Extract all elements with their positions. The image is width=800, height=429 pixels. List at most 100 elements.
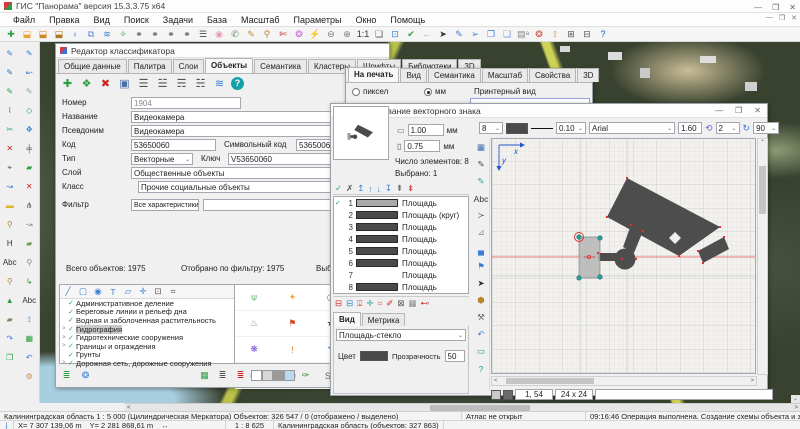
doc-close-button[interactable]: ✕ (791, 14, 797, 22)
element-check[interactable]: ✓ (334, 199, 343, 207)
mm-radio[interactable] (424, 88, 432, 96)
geometry-type-icon[interactable]: ▢ (77, 286, 89, 297)
tool-icon[interactable]: ✕ (1, 139, 19, 158)
classifier-toolbar-icon[interactable]: ☰ (136, 76, 151, 90)
sign-tool-icon[interactable]: ▭ (477, 344, 485, 359)
view-panel-tab[interactable]: На печать (348, 67, 399, 82)
toolbar-icon[interactable]: 1:1 (355, 28, 371, 41)
element-list-icon[interactable]: ↑ (368, 184, 372, 194)
status-swatch-dark[interactable] (503, 390, 513, 400)
bottom-toolbar-icon[interactable]: ≣ (59, 369, 74, 383)
toolbar-icon[interactable]: ⊖ (323, 28, 339, 41)
map-symbol[interactable]: ⍦ (235, 285, 273, 311)
sign-tool-icon[interactable]: ✎ (477, 174, 484, 189)
tool-icon[interactable]: ↶ (20, 348, 38, 367)
tool-icon[interactable]: ▰ (20, 158, 38, 177)
tool-icon[interactable]: ◇ (20, 101, 38, 120)
toolbar-icon[interactable]: ⧉ (83, 28, 99, 41)
transparency-field[interactable]: 50 (445, 350, 465, 362)
doc-restore-button[interactable]: ❐ (779, 14, 785, 22)
status-swatch-light[interactable] (491, 390, 501, 400)
toolbar-icon[interactable]: ✔ (403, 28, 419, 41)
tool-icon[interactable]: ╪ (20, 139, 38, 158)
element-op-icon[interactable]: ✛ (366, 298, 373, 309)
vector-dialog-titlebar[interactable]: Редактирование векторного знака — ❐ ✕ (331, 104, 767, 118)
geometry-type-icon[interactable]: ▱ (122, 286, 134, 297)
sign-tool-icon[interactable]: ✎ (477, 157, 484, 172)
toolbar-icon[interactable]: ← (419, 28, 435, 41)
classifier-toolbar-icon[interactable]: ✖ (98, 76, 113, 90)
tool-icon[interactable]: ✎ (1, 82, 19, 101)
bottom-toolbar-icon[interactable]: ❂ (78, 369, 93, 383)
toolbar-icon[interactable]: ⊕ (339, 28, 355, 41)
view-metric-tab[interactable]: Метрика (362, 313, 406, 327)
element-op-icon[interactable]: ⍗ (357, 298, 362, 309)
view-panel-tab[interactable]: Семантика (428, 68, 481, 82)
toolbar-icon[interactable]: ✎ (243, 28, 259, 41)
rotate-icon[interactable]: ↻ (743, 123, 751, 134)
element-list-icon[interactable]: ⇞ (396, 183, 403, 194)
toolbar-icon[interactable]: ⚭ (163, 28, 179, 41)
sign-tool-icon[interactable]: ≻ (477, 208, 484, 223)
element-row[interactable]: 4 Площадь (334, 233, 468, 245)
geometry-type-icon[interactable]: ⌗ (167, 286, 179, 297)
element-row[interactable]: 8 Площадь (334, 281, 468, 293)
filter-dropdown[interactable]: Все характеристики⌄ (131, 199, 199, 211)
toolbar-icon[interactable]: ✎ (451, 28, 467, 41)
element-row[interactable]: 3 Площадь (334, 221, 468, 233)
toolbar-icon[interactable]: ❏ (371, 28, 387, 41)
toolbar-icon[interactable]: ▤ᵃ (515, 28, 531, 41)
geometry-type-icon[interactable]: ✛ (137, 286, 149, 297)
toolbar-icon[interactable]: ✄ (275, 28, 291, 41)
canvas-hscrollbar-thumb[interactable] (506, 378, 594, 384)
element-row[interactable]: 5 Площадь (334, 245, 468, 257)
scroll-right-icon[interactable]: > (794, 405, 800, 411)
font-size-field[interactable]: 1.60 (678, 122, 702, 134)
map-symbol[interactable]: ✦ (273, 285, 311, 311)
toolbar-icon[interactable]: ⊡ (387, 28, 403, 41)
classifier-toolbar-icon[interactable]: ☵ (193, 76, 208, 90)
tool-icon[interactable]: ⚙ (20, 367, 38, 386)
map-symbol[interactable]: ❋ (235, 337, 273, 363)
toolbar-icon[interactable]: ➢ (467, 28, 483, 41)
menu-item[interactable]: Задачи (156, 15, 200, 25)
toolbar-icon[interactable]: ⚭ (131, 28, 147, 41)
code-field[interactable]: 53650060 (131, 139, 216, 151)
tool-icon[interactable]: ▬ (1, 196, 19, 215)
toolbar-icon[interactable]: ❂ (291, 28, 307, 41)
toolbar-icon[interactable]: ⚭ (179, 28, 195, 41)
element-row[interactable]: 7 Площадь (334, 269, 468, 281)
close-button[interactable]: ✕ (789, 3, 796, 12)
view-toolbar-icon[interactable]: ≣ (233, 369, 248, 383)
element-op-icon[interactable]: ▦ (409, 298, 417, 309)
menu-item[interactable]: Файл (6, 15, 42, 25)
toolbar-icon[interactable]: ❂ (531, 28, 547, 41)
classifier-tab[interactable]: Общие данные (58, 59, 127, 73)
element-list-icon[interactable]: ⇟ (407, 183, 414, 194)
map-vscroll-down[interactable]: ⌄ (791, 395, 800, 403)
element-op-icon[interactable]: ✐ (386, 298, 393, 309)
pen-dropdown[interactable]: 2⌄ (716, 122, 740, 134)
toolbar-icon[interactable]: ⟟ (547, 28, 563, 41)
toolbar-icon[interactable]: ? (595, 28, 611, 41)
tool-icon[interactable]: ⋔ (20, 196, 38, 215)
view-panel-tab[interactable]: Свойства (529, 68, 576, 82)
tool-icon[interactable]: ▰ (20, 234, 38, 253)
geometry-type-icon[interactable]: T (107, 286, 119, 297)
tool-icon[interactable]: ✂ (1, 120, 19, 139)
dialog-minimize-button[interactable]: — (715, 106, 723, 115)
classifier-toolbar-icon[interactable]: ? (231, 77, 244, 90)
element-list-icon[interactable]: ↓ (377, 184, 381, 194)
geometry-type-icon[interactable]: ⊡ (152, 286, 164, 297)
element-op-icon[interactable]: ⊟ (346, 298, 353, 309)
element-row[interactable]: ✓ 1 Площадь (334, 197, 468, 209)
background-swatch[interactable] (262, 370, 273, 381)
pen-size-dropdown[interactable]: 8⌄ (479, 122, 503, 134)
background-swatch[interactable] (273, 370, 284, 381)
width-field[interactable]: 1.00 (408, 124, 444, 136)
tool-icon[interactable]: ⌇ (1, 101, 19, 120)
color-swatch[interactable] (506, 123, 528, 134)
canvas-vscrollbar-thumb[interactable] (759, 166, 766, 214)
sign-tool-icon[interactable]: ▄ (478, 242, 484, 257)
tool-icon[interactable]: ↳ (20, 272, 38, 291)
